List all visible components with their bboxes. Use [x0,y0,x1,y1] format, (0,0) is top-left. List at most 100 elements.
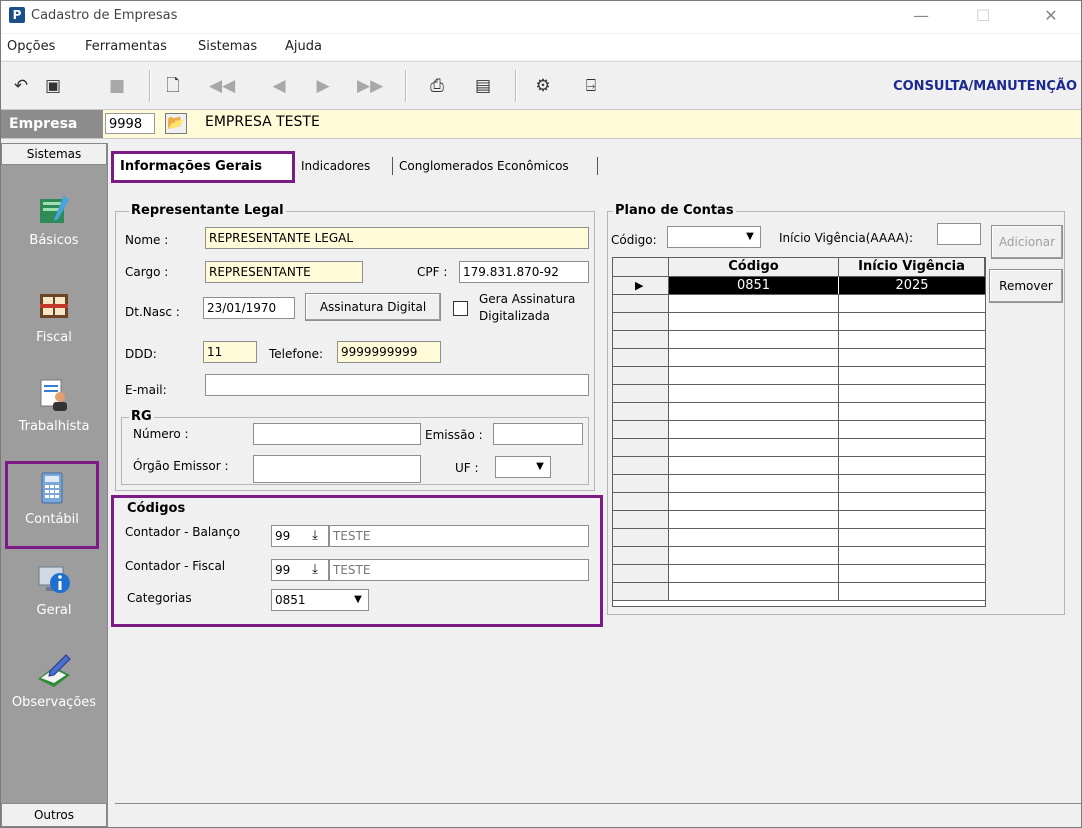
exit-door-icon[interactable]: ⍈ [579,74,603,98]
grid-cell[interactable] [669,421,839,438]
new-document-icon[interactable]: ■ [105,74,129,98]
tab-conglomerados[interactable]: Conglomerados Econômicos [399,153,569,179]
menu-ferramentas[interactable]: Ferramentas [85,39,167,54]
grid-cell[interactable] [669,439,839,456]
table-row[interactable] [613,331,985,349]
grid-cell[interactable] [669,547,839,564]
grid-cell[interactable] [839,403,985,420]
grid-cell[interactable] [669,583,839,600]
gera-assinatura-checkbox[interactable] [453,301,468,316]
grid-cell[interactable] [669,565,839,582]
grid-cell[interactable] [839,295,985,312]
grid-cell[interactable] [669,349,839,366]
grid-cell[interactable] [669,313,839,330]
grid-cell[interactable] [669,475,839,492]
grid-cell[interactable] [839,493,985,510]
sidebar-item-fiscal[interactable]: Fiscal [1,288,107,345]
table-row[interactable] [613,385,985,403]
chevron-down-icon[interactable]: ▼ [742,229,758,245]
menu-opcoes[interactable]: Opções [7,39,55,54]
rg-numero-field[interactable] [253,423,421,445]
tab-indicadores[interactable]: Indicadores [301,153,370,179]
report-icon[interactable]: ▤ [471,74,495,98]
find-document-icon[interactable]: 🗋 [161,74,185,98]
email-field[interactable] [205,374,589,396]
grid-cell[interactable] [669,385,839,402]
table-row[interactable] [613,583,985,601]
table-row[interactable]: ▶ 0851 2025 [613,277,985,295]
grid-cell[interactable] [669,493,839,510]
table-row[interactable] [613,367,985,385]
sidebar-item-contabil[interactable]: Contábil [5,461,99,549]
close-button[interactable]: ✕ [1031,5,1071,27]
table-row[interactable] [613,475,985,493]
print-icon[interactable]: ⎙ [425,74,449,98]
grid-cell-codigo[interactable]: 0851 [669,277,839,294]
rg-uf-select[interactable]: ▼ [495,456,551,478]
table-row[interactable] [613,565,985,583]
save-icon[interactable]: ▣ [41,74,65,98]
menu-sistemas[interactable]: Sistemas [198,39,257,54]
maximize-button[interactable]: ☐ [963,5,1003,27]
first-record-icon[interactable]: ◀◀ [209,74,235,98]
plano-codigo-select[interactable]: ▼ [667,226,761,248]
cpf-field[interactable]: 179.831.870-92 [459,261,589,283]
previous-record-icon[interactable]: ◀ [267,74,291,98]
grid-header-codigo[interactable]: Código [669,258,839,277]
grid-cell-vigencia[interactable]: 2025 [839,277,985,294]
table-row[interactable] [613,439,985,457]
grid-cell[interactable] [839,529,985,546]
lookup-download-icon[interactable]: ⤓ [303,561,327,579]
grid-cell[interactable] [839,475,985,492]
table-row[interactable] [613,295,985,313]
sidebar-item-observacoes[interactable]: Observações [1,653,107,710]
grid-cell[interactable] [669,529,839,546]
grid-header-vigencia[interactable]: Início Vigência [839,258,985,277]
last-record-icon[interactable]: ▶▶ [357,74,383,98]
grid-cell[interactable] [839,439,985,456]
grid-cell[interactable] [669,367,839,384]
grid-cell[interactable] [839,511,985,528]
grid-cell[interactable] [839,349,985,366]
next-record-icon[interactable]: ▶ [311,74,335,98]
grid-cell[interactable] [669,295,839,312]
chevron-down-icon[interactable]: ▼ [532,459,548,475]
tools-icon[interactable]: ⚙ [531,74,555,98]
sidebar-item-geral[interactable]: Geral [1,561,107,618]
minimize-button[interactable]: — [901,5,941,27]
assinatura-digital-button[interactable]: Assinatura Digital [305,293,441,321]
grid-cell[interactable] [839,565,985,582]
table-row[interactable] [613,511,985,529]
tab-informacoes-gerais[interactable]: Informações Gerais [111,151,295,183]
table-row[interactable] [613,313,985,331]
rg-emissao-field[interactable] [493,423,583,445]
plano-vigencia-field[interactable] [937,223,981,245]
table-row[interactable] [613,547,985,565]
table-row[interactable] [613,457,985,475]
open-folder-icon[interactable]: 📂 [165,113,187,134]
adicionar-button[interactable]: Adicionar [991,225,1063,259]
grid-cell[interactable] [669,403,839,420]
grid-cell[interactable] [839,385,985,402]
grid-cell[interactable] [839,421,985,438]
sidebar-item-basicos[interactable]: Básicos [1,191,107,248]
sidebar-header[interactable]: Sistemas [1,143,107,165]
grid-cell[interactable] [839,367,985,384]
table-row[interactable] [613,529,985,547]
remover-button[interactable]: Remover [989,269,1063,303]
sidebar-footer[interactable]: Outros [1,803,107,827]
telefone-field[interactable]: 9999999999 [337,341,441,363]
empresa-code-field[interactable]: 9998 [105,113,155,134]
grid-cell[interactable] [839,547,985,564]
grid-cell[interactable] [839,457,985,474]
cargo-field[interactable]: REPRESENTANTE [205,261,363,283]
menu-ajuda[interactable]: Ajuda [285,39,322,54]
dtnasc-field[interactable]: 23/01/1970 [203,297,295,319]
table-row[interactable] [613,421,985,439]
grid-cell[interactable] [839,313,985,330]
nome-field[interactable]: REPRESENTANTE LEGAL [205,227,589,249]
chevron-down-icon[interactable]: ▼ [350,592,366,608]
grid-cell[interactable] [669,457,839,474]
grid-cell[interactable] [669,511,839,528]
table-row[interactable] [613,349,985,367]
